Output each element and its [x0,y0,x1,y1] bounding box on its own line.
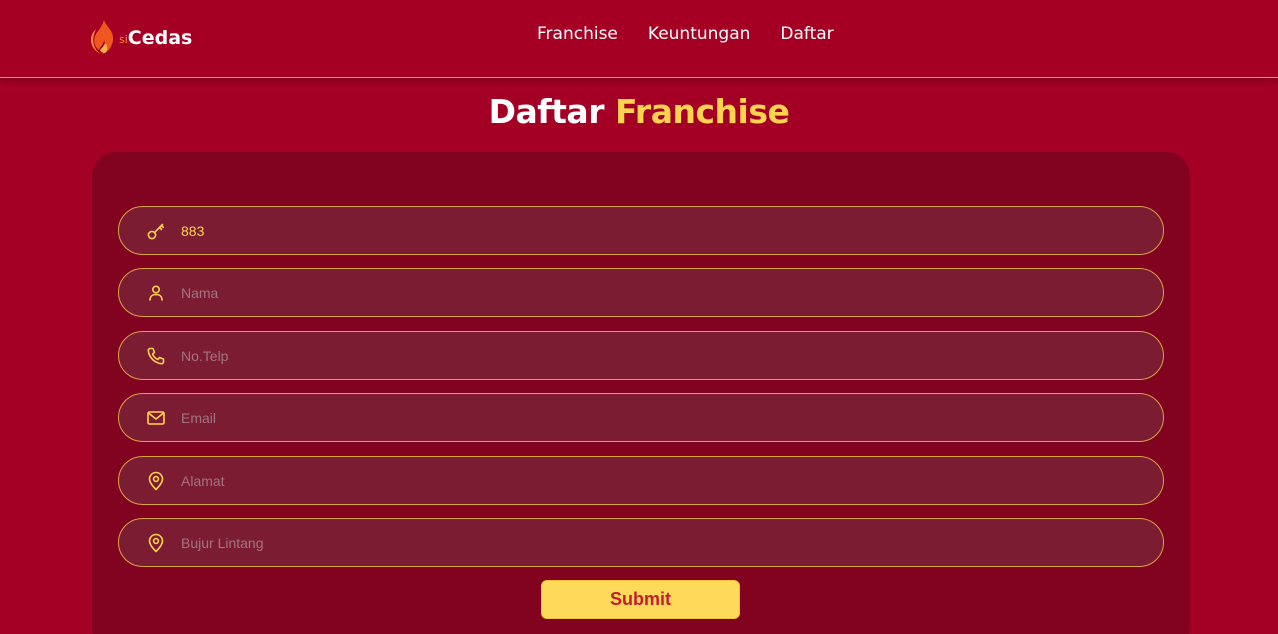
address-input[interactable] [181,457,1141,504]
submit-button[interactable]: Submit [541,580,740,619]
navbar: si Cedas Franchise Keuntungan Daftar [0,0,1278,78]
key-input[interactable] [181,207,1141,254]
email-field[interactable] [118,393,1164,442]
logo-prefix: si [119,32,128,46]
nav-link-keuntungan[interactable]: Keuntungan [648,24,751,44]
phone-input[interactable] [181,332,1141,379]
main-nav: Franchise Keuntungan Daftar [537,24,834,44]
page-title-part1: Daftar [488,92,605,131]
nav-link-franchise[interactable]: Franchise [537,24,618,44]
nav-link-daftar[interactable]: Daftar [780,24,833,44]
name-input[interactable] [181,269,1141,316]
coordinates-input[interactable] [181,519,1141,566]
key-field[interactable] [118,206,1164,255]
flame-icon [91,20,114,54]
mail-icon [147,411,165,425]
location-icon [148,533,164,553]
page-title-part2: Franchise [614,92,790,131]
name-field[interactable] [118,268,1164,317]
phone-icon [147,347,165,365]
email-input[interactable] [181,394,1141,441]
location-icon [148,471,164,491]
address-field[interactable] [118,456,1164,505]
page-title: Daftar Franchise [0,92,1278,131]
logo[interactable]: si Cedas [90,18,192,56]
phone-field[interactable] [118,331,1164,380]
coordinates-field[interactable] [118,518,1164,567]
user-icon [149,285,163,301]
key-icon [147,223,165,240]
logo-name: Cedas [127,27,193,49]
